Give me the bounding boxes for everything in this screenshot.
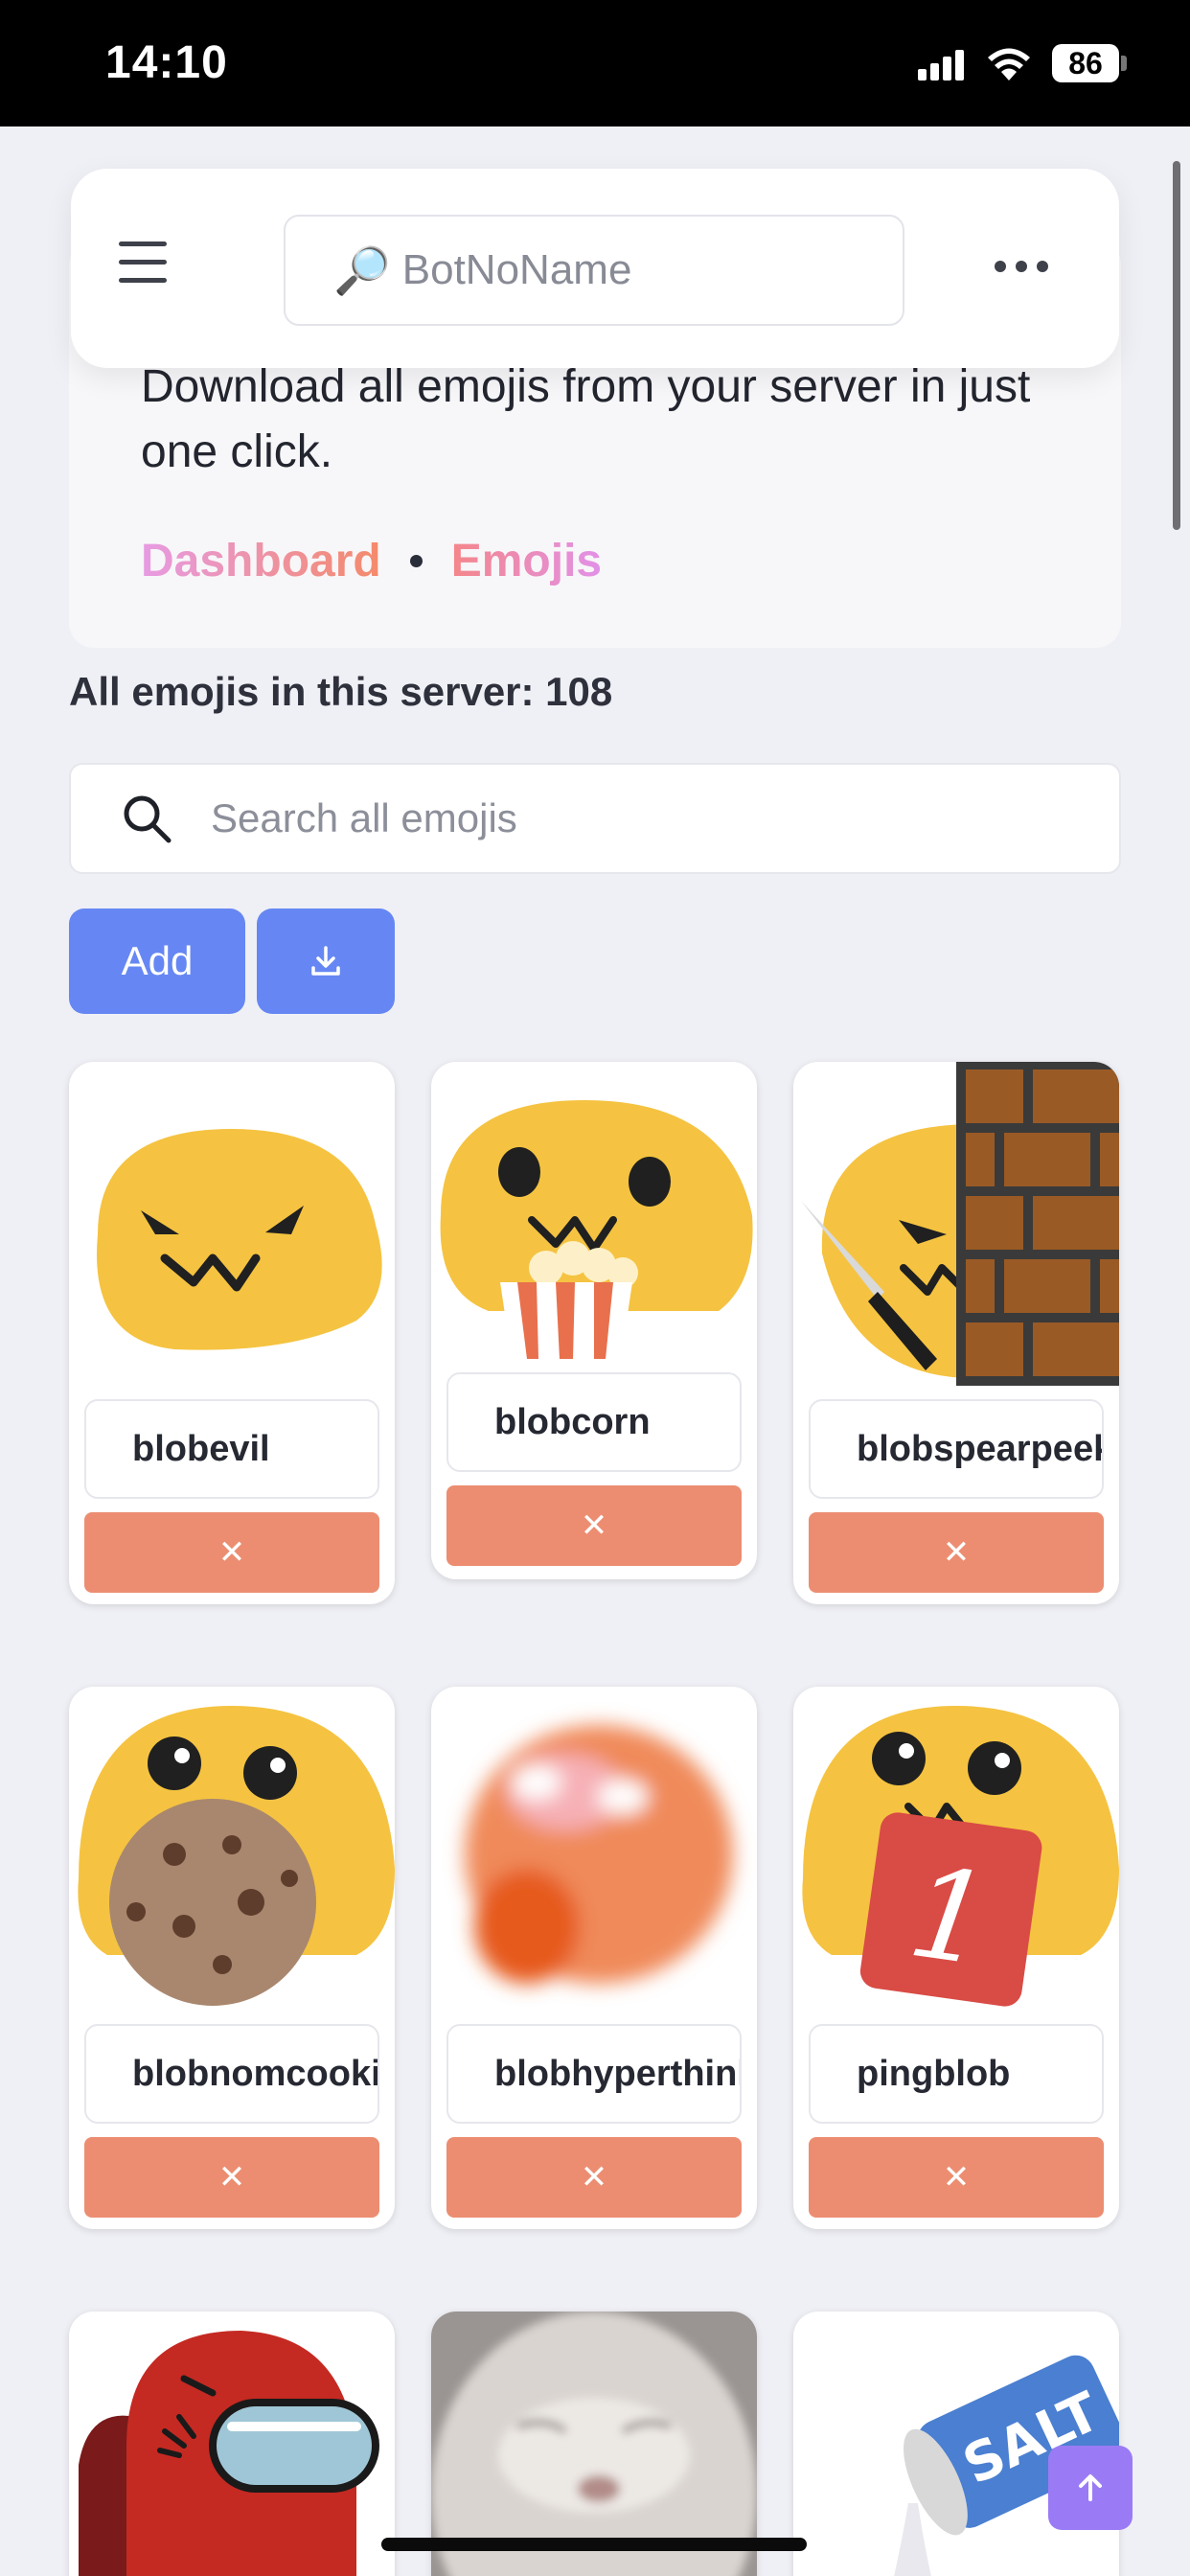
scroll-to-top-button[interactable] xyxy=(1048,2446,1133,2530)
emoji-card: blobhyperthink ✕ xyxy=(431,1687,757,2229)
server-search-input[interactable] xyxy=(401,246,901,294)
emoji-image-amongus xyxy=(69,2312,395,2576)
emoji-image-blobhyperthink xyxy=(431,1687,757,2012)
arrow-up-icon xyxy=(1079,2474,1102,2501)
magnifier-icon: 🔎 xyxy=(333,245,391,297)
emoji-image-salt: SALT xyxy=(793,2312,1119,2576)
emoji-card: blobspearpeek ✕ xyxy=(793,1062,1119,1604)
battery-tip xyxy=(1121,56,1127,71)
emoji-card: blobcorn ✕ xyxy=(431,1062,757,1579)
emoji-image-blobnomcookie xyxy=(69,1687,395,2012)
page-scrollbar[interactable] xyxy=(1173,161,1180,530)
delete-emoji-button[interactable]: ✕ xyxy=(809,1512,1104,1593)
emoji-count-label: All emojis in this server: 108 xyxy=(69,669,613,714)
delete-emoji-button[interactable]: ✕ xyxy=(809,2137,1104,2218)
emoji-card: blobevil ✕ xyxy=(69,1062,395,1604)
delete-emoji-button[interactable]: ✕ xyxy=(446,2137,742,2218)
emoji-image-blobevil xyxy=(69,1062,395,1388)
emoji-card: blobnomcookie ✕ xyxy=(69,1687,395,2229)
emoji-search-box[interactable] xyxy=(69,763,1121,874)
delete-emoji-button[interactable]: ✕ xyxy=(84,2137,379,2218)
breadcrumb-emojis: Emojis xyxy=(450,536,603,586)
emoji-name-field[interactable]: blobnomcookie xyxy=(84,2024,379,2124)
add-emoji-button[interactable]: Add xyxy=(69,908,245,1014)
delete-emoji-button[interactable]: ✕ xyxy=(84,1512,379,1593)
wifi-icon xyxy=(988,48,1030,80)
cellular-signal-icon xyxy=(918,50,966,80)
emoji-name-field[interactable]: pingblob xyxy=(809,2024,1104,2124)
emoji-image-cat xyxy=(431,2312,757,2576)
download-icon xyxy=(311,946,340,976)
delete-emoji-button[interactable]: ✕ xyxy=(446,1485,742,1566)
search-icon xyxy=(124,795,172,843)
emoji-name-field[interactable]: blobevil xyxy=(84,1399,379,1499)
breadcrumb-dashboard-link[interactable]: Dashboard xyxy=(141,535,381,587)
download-all-button[interactable] xyxy=(257,908,395,1014)
emoji-name-field[interactable]: blobhyperthink xyxy=(446,2024,742,2124)
more-options-icon[interactable] xyxy=(995,261,1048,276)
status-bar: 14:10 86 xyxy=(0,0,1190,126)
breadcrumb-separator xyxy=(409,555,423,567)
emoji-name-field[interactable]: blobcorn xyxy=(446,1372,742,1472)
emoji-image-blobcorn xyxy=(431,1062,757,1359)
emoji-card xyxy=(69,2312,395,2576)
home-indicator xyxy=(381,2538,807,2551)
emoji-name-field[interactable]: blobspearpeek xyxy=(809,1399,1104,1499)
emoji-card: SALT xyxy=(793,2312,1119,2576)
emoji-image-blobspearpeek xyxy=(793,1062,1119,1386)
emoji-image-pingblob: 1 xyxy=(793,1687,1119,2012)
status-time: 14:10 xyxy=(105,37,228,88)
emoji-search-input[interactable] xyxy=(211,795,1054,841)
top-navbar: 🔎 xyxy=(71,169,1119,368)
battery-indicator: 86 xyxy=(1052,44,1119,82)
server-search-box[interactable]: 🔎 xyxy=(284,215,904,326)
emoji-card: 1 pingblob ✕ xyxy=(793,1687,1119,2229)
page-description: Download all emojis from your server in … xyxy=(141,361,1031,477)
breadcrumb: Dashboard Emojis xyxy=(141,535,602,587)
emoji-card xyxy=(431,2312,757,2576)
hamburger-menu-icon[interactable] xyxy=(119,242,172,286)
